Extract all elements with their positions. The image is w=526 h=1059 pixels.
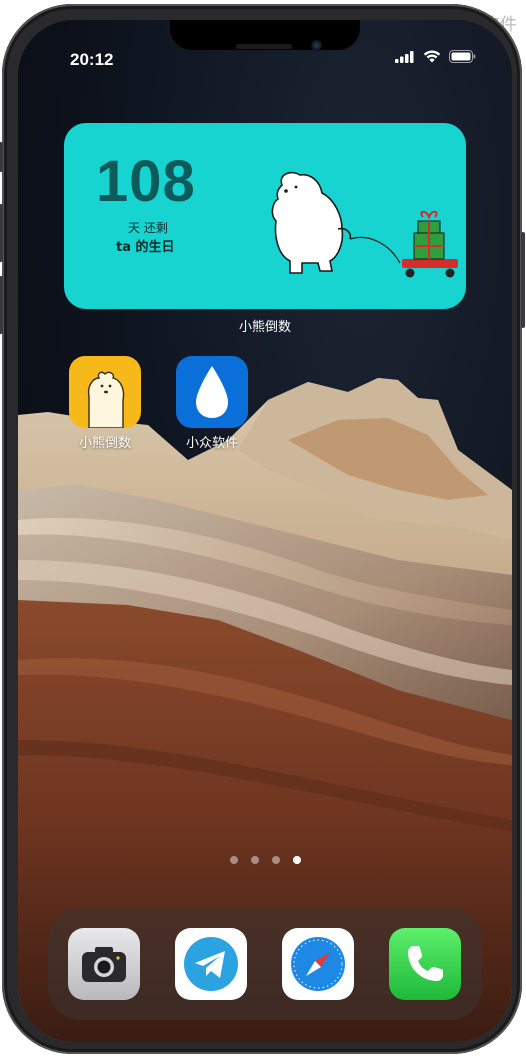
app-label: 小众软件 xyxy=(185,436,238,451)
countdown-event: ta 的生日 xyxy=(116,240,175,255)
power-button xyxy=(521,232,525,328)
phone-icon[interactable] xyxy=(389,928,461,1000)
camera-icon[interactable] xyxy=(68,928,140,1000)
widget-app-label: 小熊倒数 xyxy=(238,320,291,335)
app-label: 小熊倒数 xyxy=(78,436,131,451)
volume-down-button xyxy=(0,276,3,334)
home-screen: 20:12 108 天 还剩 ta 的生日 小熊倒数 小熊倒数 小众软件 xyxy=(18,20,512,1042)
app-bear-countdown[interactable]: 小熊倒数 xyxy=(69,356,141,451)
status-icons xyxy=(395,50,476,63)
page-dot[interactable] xyxy=(272,856,280,864)
dock xyxy=(48,908,482,1020)
signal-icon xyxy=(395,50,414,63)
countdown-days: 108 xyxy=(96,149,196,214)
front-camera xyxy=(311,40,322,51)
page-dot[interactable] xyxy=(251,856,259,864)
phone-frame: 20:12 108 天 还剩 ta 的生日 小熊倒数 小熊倒数 小众软件 xyxy=(0,4,525,1054)
countdown-widget[interactable]: 108 天 还剩 ta 的生日 xyxy=(64,123,466,309)
polar-bear-cart-illustration xyxy=(271,171,458,278)
page-dot-active[interactable] xyxy=(293,856,301,864)
status-time: 20:12 xyxy=(70,50,114,69)
safari-icon[interactable] xyxy=(282,928,354,1000)
page-dot[interactable] xyxy=(230,856,238,864)
battery-icon xyxy=(449,50,476,63)
page-indicator[interactable] xyxy=(230,856,301,864)
app-appinn[interactable]: 小众软件 xyxy=(176,356,248,451)
wifi-icon xyxy=(423,50,441,63)
speaker xyxy=(236,44,292,49)
polar-bear-icon xyxy=(69,356,141,428)
telegram-icon[interactable] xyxy=(175,928,247,1000)
countdown-unit: 天 还剩 xyxy=(128,221,168,235)
water-drop-icon xyxy=(176,356,248,428)
volume-up-button xyxy=(0,204,3,262)
mute-switch xyxy=(0,142,3,172)
